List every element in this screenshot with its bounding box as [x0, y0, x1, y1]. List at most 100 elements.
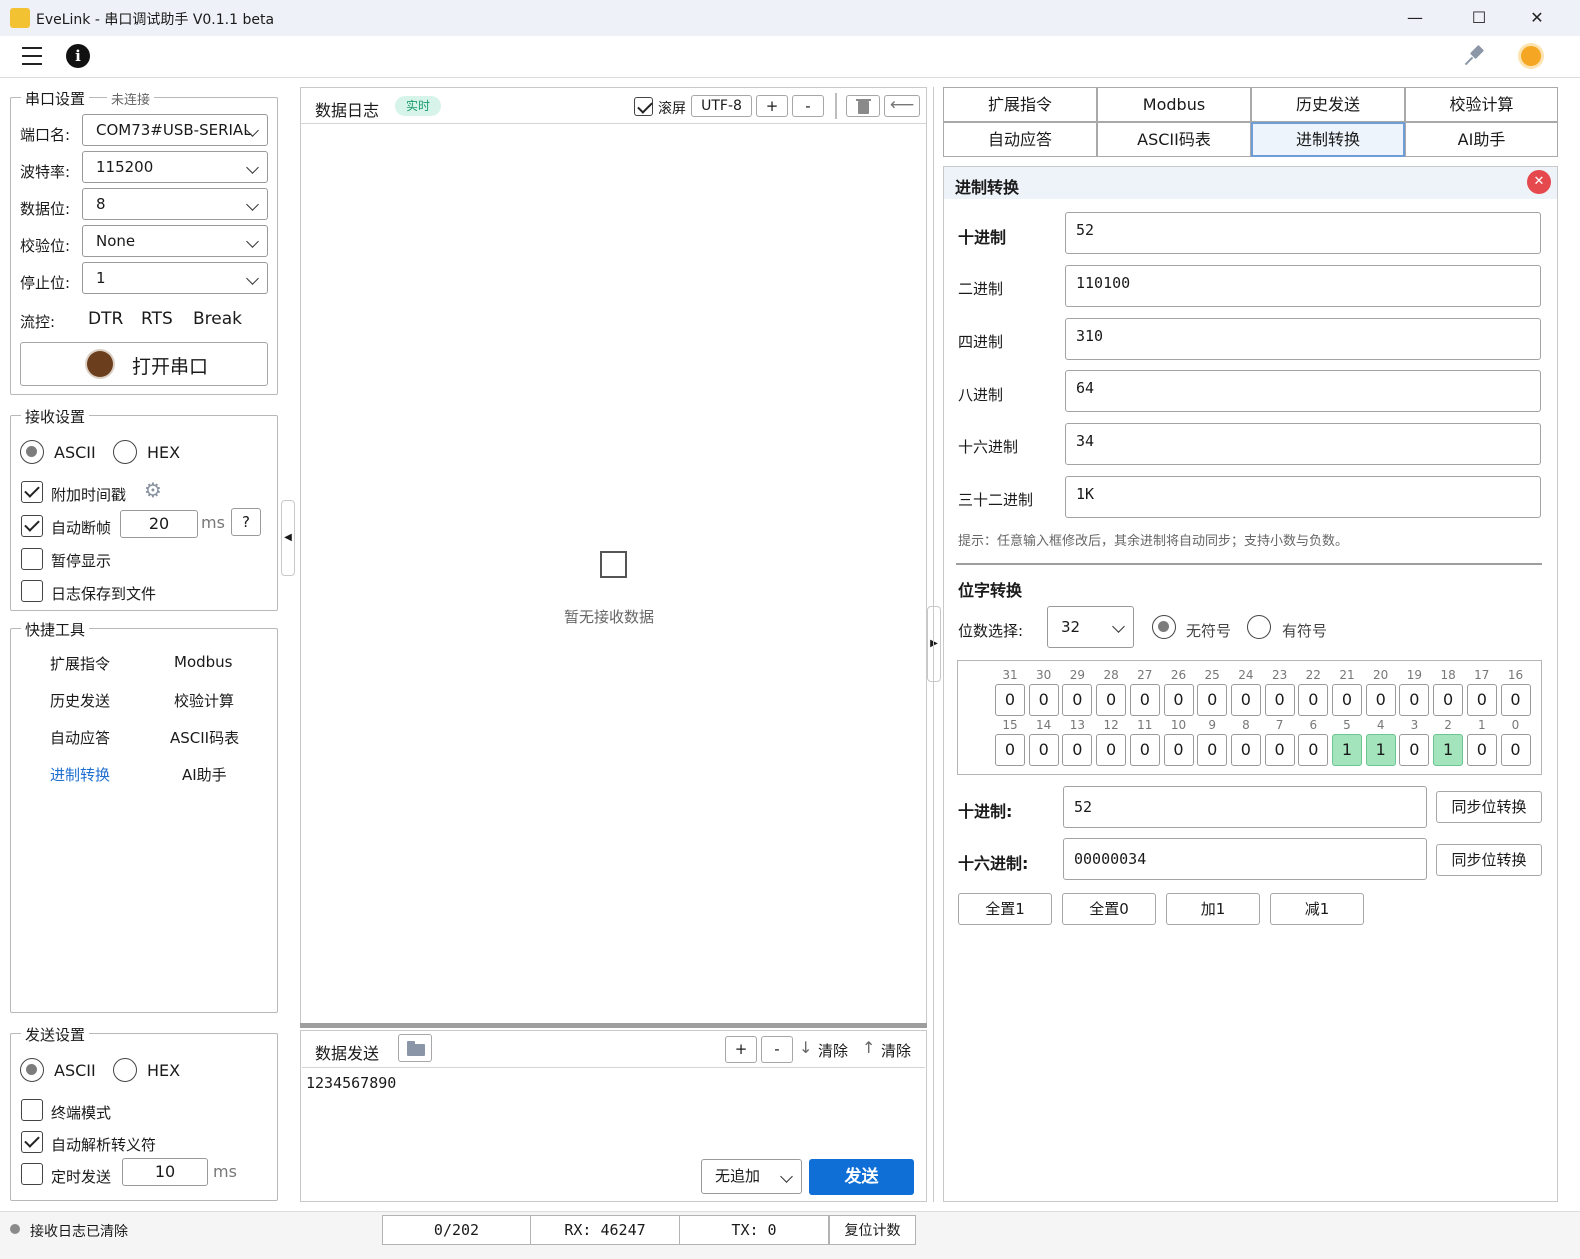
bit-toggle[interactable]: 0	[1466, 684, 1497, 716]
bits-hex-input[interactable]: 00000034	[1063, 838, 1427, 880]
info-icon[interactable]: i	[66, 44, 90, 68]
maximize-button[interactable]: ☐	[1456, 4, 1502, 32]
scroll-checkbox[interactable]	[634, 97, 653, 116]
bit-toggle[interactable]: 0	[1466, 734, 1497, 766]
stopbits-select[interactable]: 1	[82, 262, 268, 294]
quick-item-ai[interactable]: AI助手	[182, 764, 227, 785]
send-ascii-radio[interactable]	[20, 1058, 44, 1082]
decrement-button[interactable]: 减1	[1270, 893, 1364, 925]
rts-toggle[interactable]: RTS	[141, 309, 173, 329]
bit-toggle[interactable]: 0	[1197, 684, 1228, 716]
bit-toggle[interactable]: 0	[1433, 684, 1464, 716]
bit-toggle[interactable]: 0	[1298, 734, 1329, 766]
tab-checksum[interactable]: 校验计算	[1405, 87, 1558, 122]
close-button[interactable]: ✕	[1514, 4, 1560, 32]
tab-ascii-table[interactable]: ASCII码表	[1097, 122, 1251, 157]
font-increase-button[interactable]: +	[756, 95, 788, 117]
dtr-toggle[interactable]: DTR	[88, 309, 123, 329]
bit-toggle[interactable]: 1	[1365, 734, 1396, 766]
clear-receive-button[interactable]: 清除	[818, 1040, 848, 1061]
minimize-button[interactable]: —	[1392, 4, 1438, 32]
save-file-checkbox[interactable]	[21, 580, 43, 602]
sync-dec-button[interactable]: 同步位转换	[1436, 791, 1542, 823]
close-panel-icon[interactable]: ✕	[1527, 170, 1551, 194]
pause-checkbox[interactable]	[21, 548, 43, 570]
menu-icon[interactable]	[22, 47, 42, 65]
gear-icon[interactable]: ⚙	[144, 478, 162, 502]
set-all-ones-button[interactable]: 全置1	[958, 893, 1052, 925]
quick-item-extended[interactable]: 扩展指令	[50, 653, 110, 674]
theme-toggle-icon[interactable]	[1521, 46, 1541, 66]
quick-item-ascii-table[interactable]: ASCII码表	[170, 727, 239, 748]
decimal-input[interactable]: 52	[1065, 212, 1541, 254]
bit-toggle[interactable]: 0	[1028, 684, 1059, 716]
bit-toggle[interactable]: 0	[1197, 734, 1228, 766]
binary-input[interactable]: 110100	[1065, 265, 1541, 307]
quick-item-modbus[interactable]: Modbus	[174, 653, 232, 671]
databits-select[interactable]: 8	[82, 188, 268, 220]
bit-toggle[interactable]: 0	[1230, 734, 1261, 766]
increment-button[interactable]: 加1	[1166, 893, 1260, 925]
bit-toggle[interactable]: 0	[1500, 734, 1531, 766]
timed-send-checkbox[interactable]	[21, 1163, 43, 1185]
bit-toggle[interactable]: 0	[995, 684, 1025, 716]
tab-ai[interactable]: AI助手	[1405, 122, 1558, 157]
escape-checkbox[interactable]	[21, 1131, 43, 1153]
bit-toggle[interactable]: 0	[1096, 684, 1127, 716]
pin-icon[interactable]	[1464, 44, 1488, 68]
right-collapse-handle[interactable]: ▶	[927, 606, 941, 682]
bit-toggle[interactable]: 0	[1399, 734, 1430, 766]
bit-toggle[interactable]: 0	[1264, 734, 1295, 766]
clear-send-button[interactable]: 清除	[881, 1040, 911, 1061]
folder-icon[interactable]	[398, 1034, 432, 1062]
bit-toggle[interactable]: 0	[1365, 684, 1396, 716]
bit-toggle[interactable]: 0	[1096, 734, 1127, 766]
baud-select[interactable]: 115200	[82, 151, 268, 183]
tab-history[interactable]: 历史发送	[1251, 87, 1405, 122]
quick-item-radix[interactable]: 进制转换	[50, 764, 110, 785]
trash-icon[interactable]	[846, 95, 880, 117]
bit-toggle[interactable]: 0	[1163, 684, 1194, 716]
bit-toggle[interactable]: 0	[1264, 684, 1295, 716]
parity-select[interactable]: None	[82, 225, 268, 257]
tab-modbus[interactable]: Modbus	[1097, 87, 1251, 122]
help-button[interactable]: ?	[231, 508, 261, 536]
tab-radix[interactable]: 进制转换	[1251, 122, 1405, 157]
break-toggle[interactable]: Break	[193, 309, 242, 329]
bit-toggle[interactable]: 0	[995, 734, 1025, 766]
bits-dec-input[interactable]: 52	[1063, 786, 1427, 828]
octal-input[interactable]: 64	[1065, 370, 1541, 412]
base32-input[interactable]: 1K	[1065, 476, 1541, 518]
quick-item-checksum[interactable]: 校验计算	[174, 690, 234, 711]
signed-radio[interactable]	[1247, 615, 1271, 639]
bit-toggle[interactable]: 0	[1028, 734, 1059, 766]
encoding-button[interactable]: UTF-8	[691, 95, 752, 117]
bit-toggle[interactable]: 0	[1062, 684, 1093, 716]
send-font-decrease-button[interactable]: -	[761, 1036, 793, 1063]
quick-item-history[interactable]: 历史发送	[50, 690, 110, 711]
left-collapse-handle[interactable]: ◀	[281, 500, 295, 576]
bit-toggle[interactable]: 0	[1062, 734, 1093, 766]
arrow-left-icon[interactable]: ⟵	[884, 95, 920, 117]
bit-toggle[interactable]: 0	[1500, 684, 1531, 716]
bit-toggle[interactable]: 0	[1230, 684, 1261, 716]
bit-toggle[interactable]: 0	[1399, 684, 1430, 716]
bit-toggle[interactable]: 0	[1298, 684, 1329, 716]
send-hex-radio[interactable]	[113, 1058, 137, 1082]
open-port-button[interactable]: 打开串口	[20, 342, 268, 386]
bit-toggle[interactable]: 0	[1332, 684, 1362, 716]
frame-ms-input[interactable]: 20	[120, 510, 198, 538]
bit-toggle[interactable]: 0	[1129, 734, 1160, 766]
unsigned-radio[interactable]	[1152, 615, 1176, 639]
bit-width-select[interactable]: 32	[1047, 606, 1134, 648]
tab-extended[interactable]: 扩展指令	[943, 87, 1097, 122]
log-send-splitter[interactable]	[300, 1023, 927, 1028]
bit-toggle[interactable]: 1	[1433, 734, 1464, 766]
receive-hex-radio[interactable]	[113, 440, 137, 464]
append-select[interactable]: 无追加	[701, 1159, 802, 1194]
bit-toggle[interactable]: 1	[1332, 734, 1362, 766]
reset-count-button[interactable]: 复位计数	[829, 1215, 916, 1245]
font-decrease-button[interactable]: -	[792, 95, 824, 117]
bit-toggle[interactable]: 0	[1163, 734, 1194, 766]
timestamp-checkbox[interactable]	[21, 481, 43, 503]
